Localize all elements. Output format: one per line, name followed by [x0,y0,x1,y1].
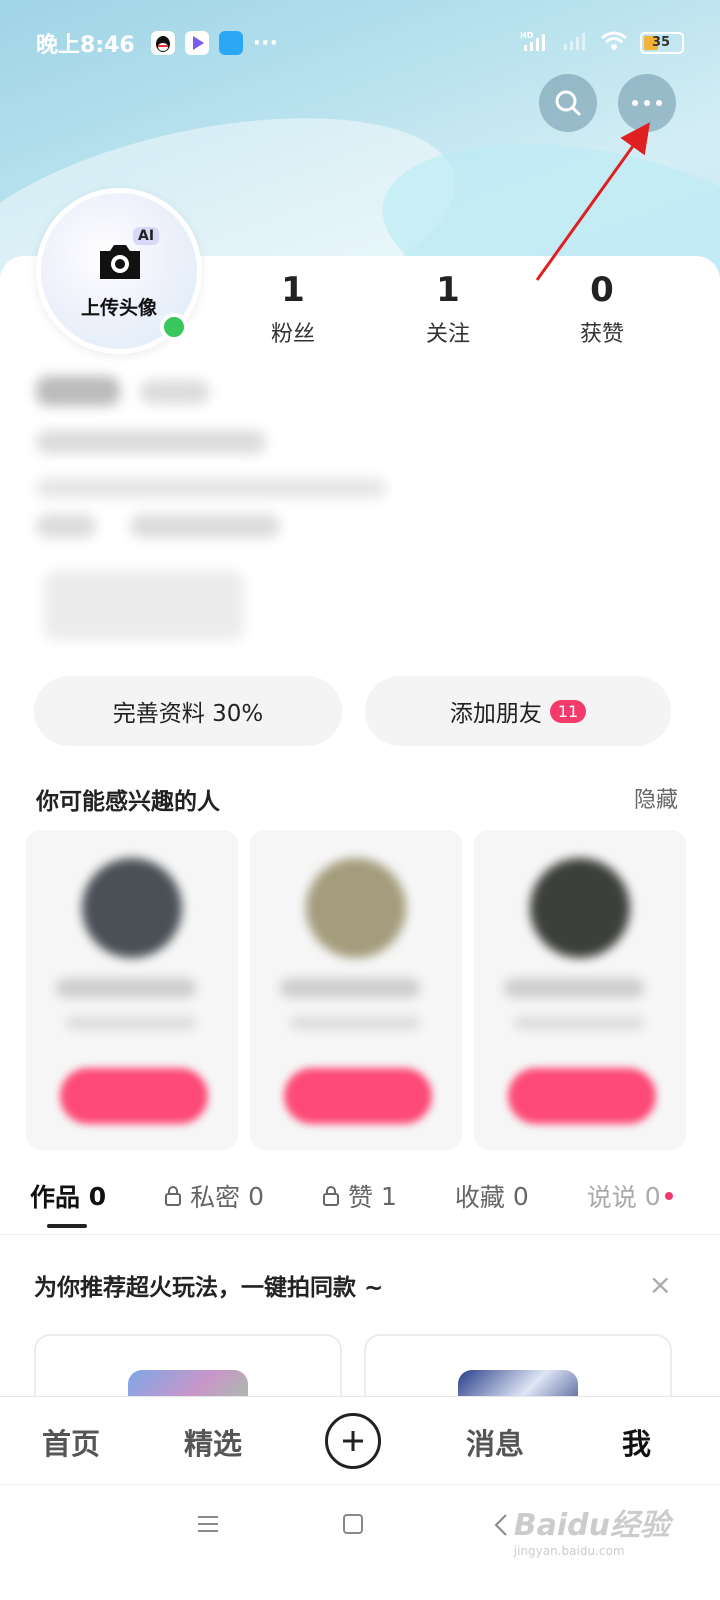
complete-profile-label: 完善资料 30% [112,701,264,727]
tab-private[interactable]: 私密 0 [164,1178,264,1214]
tab-label: 赞 [348,1183,374,1212]
suggestions-title: 你可能感兴趣的人 [36,789,220,815]
profile-card [0,256,720,1400]
nav-home[interactable]: 首页 [42,1421,100,1463]
unread-dot [664,1192,673,1200]
recommend-title: 为你推荐超火玩法，一键拍同款 ~ [34,1275,384,1301]
watermark-url: jingyan.baidu.com [513,1544,625,1558]
complete-profile-button[interactable]: 完善资料 30% [34,676,342,746]
stat-value: 1 [436,270,460,310]
nav-featured[interactable]: 精选 [184,1421,242,1463]
suggested-user-avatar [82,858,182,958]
blurred-name [280,978,420,998]
blurred-bio [36,478,386,498]
hide-suggestions-link[interactable]: 隐藏 [634,782,678,814]
blurred-info-card [44,570,244,640]
back-icon[interactable] [492,1513,510,1537]
tab-label: 私密 [190,1183,241,1212]
more-dots-icon [632,100,662,106]
stat-label: 关注 [425,322,470,347]
blurred-user-id [140,380,210,404]
blurred-name [56,978,196,998]
search-icon [555,90,581,116]
blurred-desc [66,1016,196,1030]
blurred-username [36,376,120,406]
stat-following[interactable]: 1 关注 [388,268,508,348]
qq-icon [150,31,175,55]
online-status-dot [160,313,188,341]
stat-fans[interactable]: 1 粉丝 [233,268,353,348]
battery-level: 35 [652,35,671,50]
lock-icon [165,1186,182,1206]
add-friend-badge: 11 [549,699,587,723]
battery-icon: 35 [640,32,684,54]
create-button[interactable] [325,1413,381,1469]
profile-tabs: 作品 0 私密 0 赞 1 收藏 0 说说 0 [30,1178,700,1214]
more-options-button[interactable] [618,74,676,132]
menu-icon[interactable] [196,1513,220,1535]
tab-count: 1 [380,1181,397,1211]
tab-favorites[interactable]: 收藏 0 [455,1178,529,1214]
status-bar: 晚上8:46 ··· HD 35 [36,28,684,58]
hd-signal-icon: HD [520,29,550,57]
baidu-watermark: Baidu经验 jingyan.baidu.com [514,1500,670,1558]
bottom-navigation: 首页 精选 消息 我 [0,1396,720,1484]
stat-value: 1 [281,270,305,310]
stat-label: 获赞 [579,322,624,347]
tab-posts[interactable]: 说说 0 [587,1178,673,1214]
plus-icon [343,1431,363,1451]
tab-count: 0 [644,1181,661,1211]
suggested-user-avatar [530,858,630,958]
tab-count: 0 [88,1181,107,1211]
close-icon[interactable]: × [649,1268,672,1301]
add-friend-button[interactable]: 添加朋友 11 [365,676,671,746]
suggested-user-card[interactable] [26,830,238,1150]
app-icon [218,31,243,55]
suggested-user-avatar [306,858,406,958]
wifi-icon [600,30,628,56]
camera-icon [100,245,140,279]
suggested-user-card[interactable] [250,830,462,1150]
blurred-tag [130,514,280,538]
status-more-icon: ··· [252,30,278,56]
tab-works[interactable]: 作品 0 [30,1178,106,1214]
blurred-bio [36,430,266,454]
tab-liked[interactable]: 赞 1 [322,1178,397,1214]
video-app-icon [184,31,209,55]
follow-button[interactable] [284,1068,432,1124]
stat-value: 0 [590,270,614,310]
suggested-user-card[interactable] [474,830,686,1150]
divider [0,1234,720,1235]
status-time: 晚上8:46 [36,33,135,58]
nav-me[interactable]: 我 [622,1421,651,1463]
nav-messages[interactable]: 消息 [466,1421,524,1463]
blurred-tag [36,514,96,538]
blurred-desc [514,1016,644,1030]
home-square-icon[interactable] [342,1513,364,1535]
tab-count: 0 [248,1181,265,1211]
signal-weak-icon [562,30,588,56]
follow-button[interactable] [508,1068,656,1124]
tab-label: 说说 [586,1183,637,1212]
tab-label: 作品 [30,1183,81,1212]
stat-likes[interactable]: 0 获赞 [542,268,662,348]
svg-text:HD: HD [520,31,534,40]
watermark-brand: Baidu经验 [513,1508,670,1543]
follow-button[interactable] [60,1068,208,1124]
blurred-desc [290,1016,420,1030]
lock-icon [323,1186,340,1206]
add-friend-label: 添加朋友 [449,701,542,727]
stat-label: 粉丝 [270,322,315,347]
tab-label: 收藏 [454,1183,505,1212]
tab-count: 0 [512,1181,529,1211]
search-button[interactable] [539,74,597,132]
active-tab-indicator [47,1224,87,1228]
blurred-name [504,978,644,998]
